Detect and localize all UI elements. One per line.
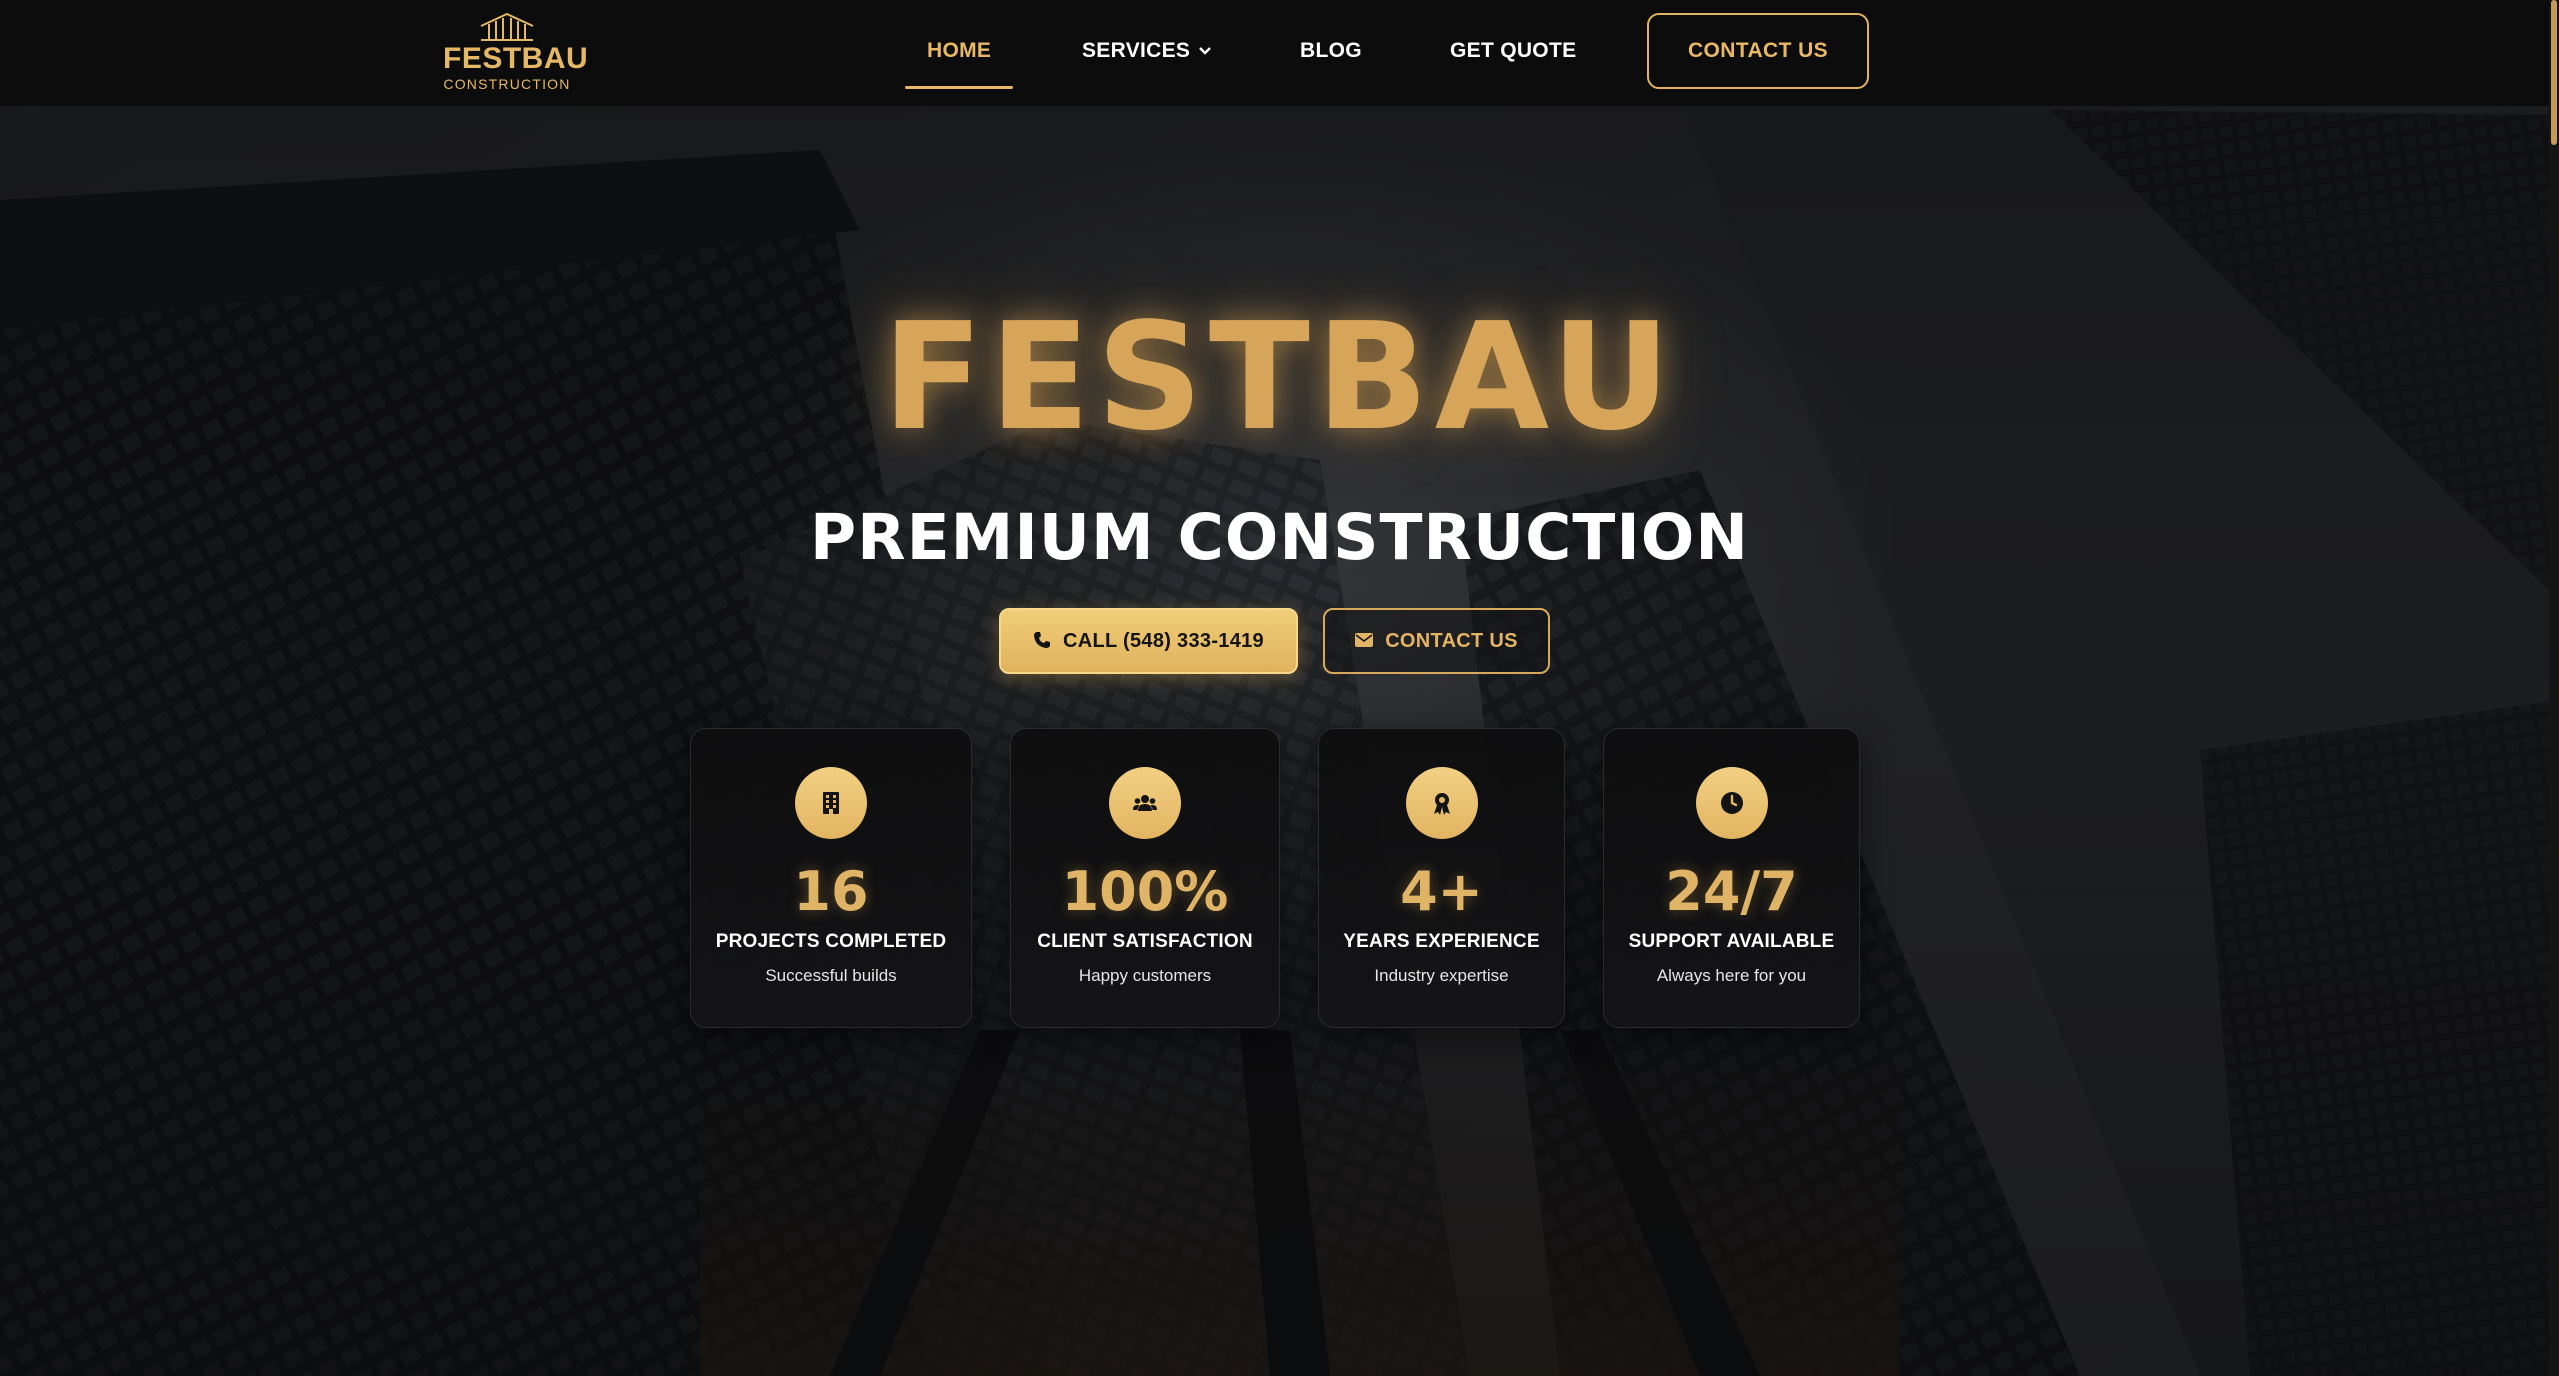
phone-icon: [1034, 631, 1050, 648]
stat-card-satisfaction: 100% CLIENT SATISFACTION Happy customers: [1010, 728, 1280, 1028]
stat-value: 24/7: [1665, 860, 1798, 923]
stat-description: Always here for you: [1656, 966, 1807, 985]
brand-logo[interactable]: FESTBAU CONSTRUCTION: [443, 12, 589, 92]
nav-services[interactable]: SERVICES: [1082, 36, 1212, 66]
building-icon: [823, 792, 839, 814]
stat-description: Industry expertise: [1374, 966, 1509, 985]
call-button[interactable]: CALL (548) 333-1419: [999, 608, 1298, 674]
hero-contact-button[interactable]: CONTACT US: [1323, 608, 1550, 674]
nav-blog[interactable]: BLOG: [1300, 36, 1362, 66]
chevron-down-icon: [1199, 47, 1212, 56]
award-icon: [1433, 793, 1450, 815]
call-button-label: CALL (548) 333-1419: [1063, 630, 1264, 652]
stat-label: YEARS EXPERIENCE: [1343, 931, 1540, 952]
stat-label: SUPPORT AVAILABLE: [1628, 931, 1835, 952]
clock-icon: [1720, 792, 1743, 814]
stat-value: 4+: [1400, 860, 1483, 923]
building-logo-icon: [480, 12, 534, 41]
stat-value: 100%: [1061, 860, 1229, 923]
nav-get-quote[interactable]: GET QUOTE: [1450, 36, 1576, 66]
nav-active-indicator: [905, 86, 1013, 89]
stat-description: Happy customers: [1078, 966, 1212, 985]
nav-home[interactable]: HOME: [927, 36, 991, 66]
logo-tagline: CONSTRUCTION: [443, 76, 571, 92]
stat-card-experience: 4+ YEARS EXPERIENCE Industry expertise: [1318, 728, 1565, 1028]
stat-label: CLIENT SATISFACTION: [1037, 931, 1253, 952]
hero-title: FESTBAU: [882, 291, 1677, 463]
stat-description: Successful builds: [765, 966, 897, 985]
stat-value: 16: [793, 860, 869, 923]
top-navbar: FESTBAU CONSTRUCTION HOME SERVICES BLOG …: [0, 0, 2559, 107]
envelope-icon: [1355, 632, 1374, 647]
page-scrollbar[interactable]: [2549, 0, 2559, 1376]
nav-services-label: SERVICES: [1082, 39, 1191, 62]
users-icon: [1133, 795, 1157, 811]
hero-background-image: [0, 0, 2559, 1376]
hero-subtitle: PREMIUM CONSTRUCTION: [809, 501, 1750, 574]
stat-card-projects: 16 PROJECTS COMPLETED Successful builds: [690, 728, 972, 1028]
stat-icon-badge: [1405, 767, 1478, 839]
hero-contact-button-label: CONTACT US: [1385, 630, 1518, 652]
stat-icon-badge: [1695, 767, 1768, 839]
stat-label: PROJECTS COMPLETED: [715, 931, 947, 952]
stat-icon-badge: [1109, 767, 1181, 839]
scrollbar-thumb[interactable]: [2551, 0, 2557, 145]
logo-wordmark: FESTBAU: [443, 42, 589, 75]
stat-icon-badge: [795, 767, 867, 839]
nav-contact-button[interactable]: CONTACT US: [1647, 13, 1869, 89]
stat-card-support: 24/7 SUPPORT AVAILABLE Always here for y…: [1603, 728, 1860, 1028]
